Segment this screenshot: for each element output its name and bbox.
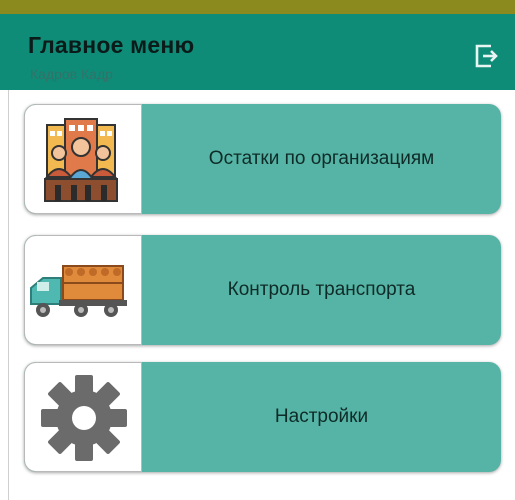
gear-icon-box (24, 362, 142, 472)
organizations-balance-label: Остатки по организациям (208, 148, 435, 169)
timber-truck-icon (30, 265, 127, 317)
organizations-icon-box (24, 104, 142, 214)
timber-truck-icon-box (24, 235, 142, 345)
settings-label: Настройки (274, 406, 369, 427)
transport-control-label: Контроль транспорта (227, 279, 416, 300)
transport-control-button[interactable]: Контроль транспорта (24, 235, 501, 345)
settings-button[interactable]: Настройки (24, 362, 501, 472)
page-title: Главное меню (28, 32, 195, 58)
organizations-icon (44, 118, 118, 202)
exit-icon[interactable] (471, 42, 499, 70)
status-stripe (0, 0, 515, 14)
organizations-balance-button[interactable]: Остатки по организациям (24, 104, 501, 214)
app-header: Главное меню Кадров Кадр (0, 14, 515, 90)
gear-icon (41, 375, 127, 461)
user-name: Кадров Кадр (30, 66, 113, 82)
page-border (8, 90, 9, 500)
